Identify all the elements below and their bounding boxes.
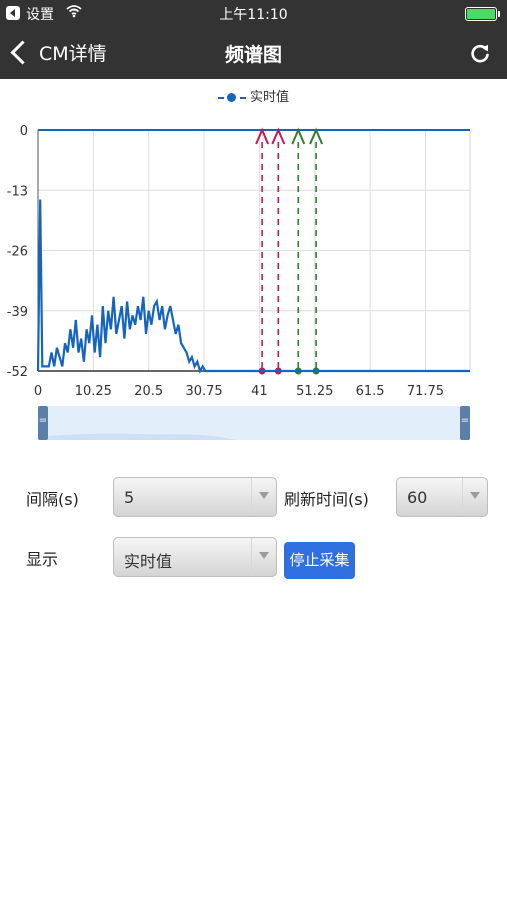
x-tick-label: 51.25: [296, 384, 333, 399]
page-title: 频谱图: [224, 44, 282, 66]
refresh-icon[interactable]: [469, 42, 491, 64]
display-label: 显示: [26, 550, 59, 569]
y-tick-label: -26: [7, 245, 28, 260]
x-tick-label: 10.25: [75, 384, 112, 399]
refresh-time-label: 刷新时间(s): [284, 490, 369, 509]
y-tick-labels: 0 -13 -26 -39 -52: [7, 124, 28, 380]
range-handle-right[interactable]: [460, 406, 470, 440]
display-select[interactable]: 实时值: [113, 537, 277, 577]
x-tick-label: 61.5: [356, 384, 385, 399]
spectrum-chart[interactable]: 0 -13 -26 -39 -52 0 10.25 20.5 30.75 41 51.25 61.5…: [0, 112, 507, 402]
marker-arrow-icon: [255, 127, 270, 145]
interval-select[interactable]: 5: [113, 477, 277, 517]
y-tick-label: 0: [20, 124, 28, 139]
stop-collection-button[interactable]: 停止采集: [284, 542, 355, 579]
display-value: 实时值: [124, 552, 173, 571]
x-tick-label: 71.75: [407, 384, 444, 399]
interval-label: 间隔(s): [26, 490, 79, 509]
y-tick-label: -52: [7, 365, 28, 380]
x-tick-label: 20.5: [134, 384, 163, 399]
marker-arrow-icon: [309, 127, 324, 145]
range-handle-left[interactable]: [38, 406, 48, 440]
x-tick-label: 0: [34, 384, 42, 399]
series-line-realtime: [36, 199, 470, 374]
interval-value: 5: [124, 488, 135, 507]
refresh-time-value: 60: [407, 488, 428, 507]
refresh-time-select[interactable]: 60: [396, 477, 488, 517]
status-bar: 设置 上午11:10: [0, 0, 507, 26]
chevron-down-icon: [251, 478, 276, 516]
marker-arrow-icon: [271, 127, 286, 145]
legend-line-marker-icon: [217, 92, 246, 104]
x-tick-labels: 0 10.25 20.5 30.75 41 51.25 61.5 71.75: [34, 384, 444, 399]
chart-legend[interactable]: 实时值: [0, 86, 507, 105]
nav-bar: CM详情 频谱图: [0, 26, 507, 79]
chart-markers: [255, 127, 324, 375]
chevron-down-icon: [251, 538, 276, 576]
range-preview: [48, 433, 238, 440]
x-tick-label: 41: [251, 384, 268, 399]
chevron-down-icon: [462, 478, 487, 516]
y-tick-label: -39: [7, 305, 28, 320]
marker-arrow-icon: [291, 127, 306, 145]
chart-grid: [37, 129, 471, 372]
y-tick-label: -13: [7, 184, 28, 199]
x-tick-label: 30.75: [185, 384, 222, 399]
battery-icon: [465, 7, 500, 21]
chart-range-slider[interactable]: [38, 406, 470, 440]
status-time: 上午11:10: [219, 7, 288, 23]
legend-item-label: 实时值: [249, 90, 289, 105]
